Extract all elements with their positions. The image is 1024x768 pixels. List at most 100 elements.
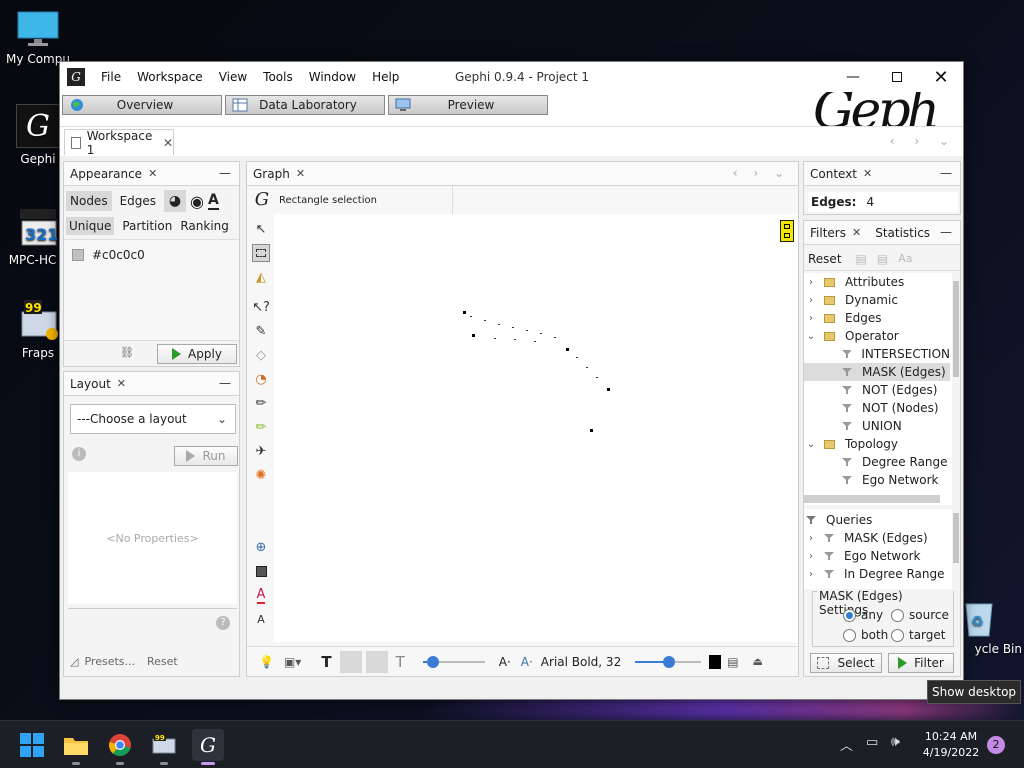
palette-icon[interactable]: ◕ [164,190,187,212]
save-filter-icon[interactable]: ▤ [856,252,867,266]
menu-tools[interactable]: Tools [255,70,301,84]
graph-node[interactable] [463,311,466,314]
edge-labels-icon[interactable] [339,650,362,673]
graph-tab[interactable]: Graph ✕ ‹ › ⌄ [247,162,798,186]
chevron-right-icon[interactable]: › [806,313,816,324]
edges-tab[interactable]: Edges [116,191,160,211]
label-color-icon[interactable]: A [208,192,219,210]
tree-filter-mask-edges[interactable]: MASK (Edges) [804,363,950,381]
brush-icon[interactable]: ✎ [252,322,270,340]
tree-filter-intersection[interactable]: INTERSECTION [804,345,950,363]
node-labels-icon[interactable] [365,650,388,673]
tree-horizontal-scrollbar[interactable] [804,495,940,503]
menu-view[interactable]: View [211,70,255,84]
close-icon[interactable]: ✕ [148,167,157,180]
tree-folder-dynamic[interactable]: › Dynamic [804,291,950,309]
font-size-icon[interactable]: A· [499,655,511,669]
filters-tab[interactable]: Filters [810,226,846,240]
tree-filter-not-edges[interactable]: NOT (Edges) [804,381,950,399]
maximize-button[interactable] [875,62,919,92]
option-source[interactable]: source [891,608,949,622]
tree-filter-degree-range[interactable]: Degree Range [804,453,950,471]
run-button[interactable]: Run [174,446,238,466]
graph-node[interactable] [590,429,593,432]
label-color-icon[interactable]: A [252,586,270,604]
text-outline-icon[interactable]: T [396,653,405,671]
minimize-button[interactable]: — [831,62,875,92]
option-any[interactable]: any [843,608,883,622]
partition-tab[interactable]: Partition [122,217,172,235]
edge-scale-slider[interactable] [422,655,485,669]
presets-button[interactable]: Presets... [84,655,135,668]
minimize-panel-icon[interactable]: — [219,166,231,180]
clock[interactable]: 10:24 AM 4/19/2022 [918,729,984,761]
edge-pencil-icon[interactable]: ✏ [252,418,270,436]
network-icon[interactable]: ▭ [866,735,878,750]
reset-filters-button[interactable]: Reset [804,252,846,266]
overview-button[interactable]: Overview [62,95,222,115]
minimize-panel-icon[interactable]: — [940,225,952,239]
selection-indicator[interactable] [780,220,794,242]
reset-layout-button[interactable]: Reset [147,655,178,668]
color-swatch[interactable] [72,249,84,261]
chevron-right-icon[interactable]: › [806,551,816,562]
ranking-tab[interactable]: Ranking [180,217,229,235]
query-mask-edges[interactable]: › MASK (Edges) [804,529,950,547]
chevron-up-icon[interactable]: ︿ [840,735,853,754]
rectangle-selection-icon[interactable] [252,244,270,262]
tree-folder-topology[interactable]: ⌄ Topology [804,435,950,453]
close-icon[interactable]: ✕ [852,226,861,239]
light-bulb-icon[interactable]: 💡 [259,655,274,669]
label-color-swatch[interactable] [709,654,722,669]
airplane-icon[interactable]: ✈ [252,442,270,460]
select-button[interactable]: Select [810,653,882,673]
graph-node[interactable] [472,334,475,337]
radio-any[interactable] [843,608,856,622]
menu-workspace[interactable]: Workspace [129,70,211,84]
diamond-icon[interactable]: ◇ [252,346,270,364]
font-filter-icon[interactable]: Aa [898,252,912,265]
nodes-tab[interactable]: Nodes [66,191,112,211]
heat-icon[interactable]: ◔ [252,370,270,388]
chrome-button[interactable] [104,729,136,765]
query-in-degree-range[interactable]: › In Degree Range [804,565,950,583]
chevron-down-icon[interactable]: ⌄ [806,331,816,342]
menu-window[interactable]: Window [301,70,364,84]
query-ego-network[interactable]: › Ego Network [804,547,950,565]
lock-icon[interactable]: ⏏ [753,655,763,668]
size-icon[interactable]: ◉ [190,192,204,211]
link-icon[interactable]: ⛓ [120,346,134,359]
chevron-right-icon[interactable]: › [806,277,816,288]
radio-both[interactable] [843,628,856,642]
background-color-icon[interactable] [252,562,270,580]
zoom-icon[interactable]: ⊕ [252,538,270,556]
queries-root[interactable]: Queries [804,511,950,529]
data-laboratory-button[interactable]: Data Laboratory [225,95,385,115]
close-icon[interactable]: ✕ [863,167,872,180]
select-neighbors-icon[interactable]: ↖? [252,298,270,316]
graph-node[interactable] [566,348,569,351]
info-icon[interactable]: i [72,447,86,461]
attributes-icon[interactable]: ▤ [727,655,738,669]
show-labels-icon[interactable]: T [321,653,331,671]
radio-source[interactable] [891,608,904,622]
chevron-right-icon[interactable]: › [806,569,816,580]
layout-tab[interactable]: Layout ✕ — [64,372,239,396]
graph-node[interactable] [607,388,610,391]
pencil-icon[interactable]: ✏ [252,394,270,412]
tree-folder-edges[interactable]: › Edges [804,309,950,327]
menu-file[interactable]: File [93,70,129,84]
layout-select[interactable]: ---Choose a layout ⌄ [70,404,236,434]
appearance-tab[interactable]: Appearance ✕ — [64,162,239,186]
minimize-panel-icon[interactable]: — [940,166,952,180]
tree-folder-attributes[interactable]: › Attributes [804,273,950,291]
chevron-right-icon[interactable]: › [806,295,816,306]
apply-button[interactable]: Apply [157,344,237,364]
volume-icon[interactable]: 🕪 [891,734,900,750]
unique-tab[interactable]: Unique [66,217,115,235]
tree-filter-union[interactable]: UNION [804,417,950,435]
tree-filter-not-nodes[interactable]: NOT (Nodes) [804,399,950,417]
gear-icon[interactable]: ✺ [252,466,270,484]
close-tab-icon[interactable]: ✕ [163,136,173,150]
file-explorer-button[interactable] [60,729,92,765]
